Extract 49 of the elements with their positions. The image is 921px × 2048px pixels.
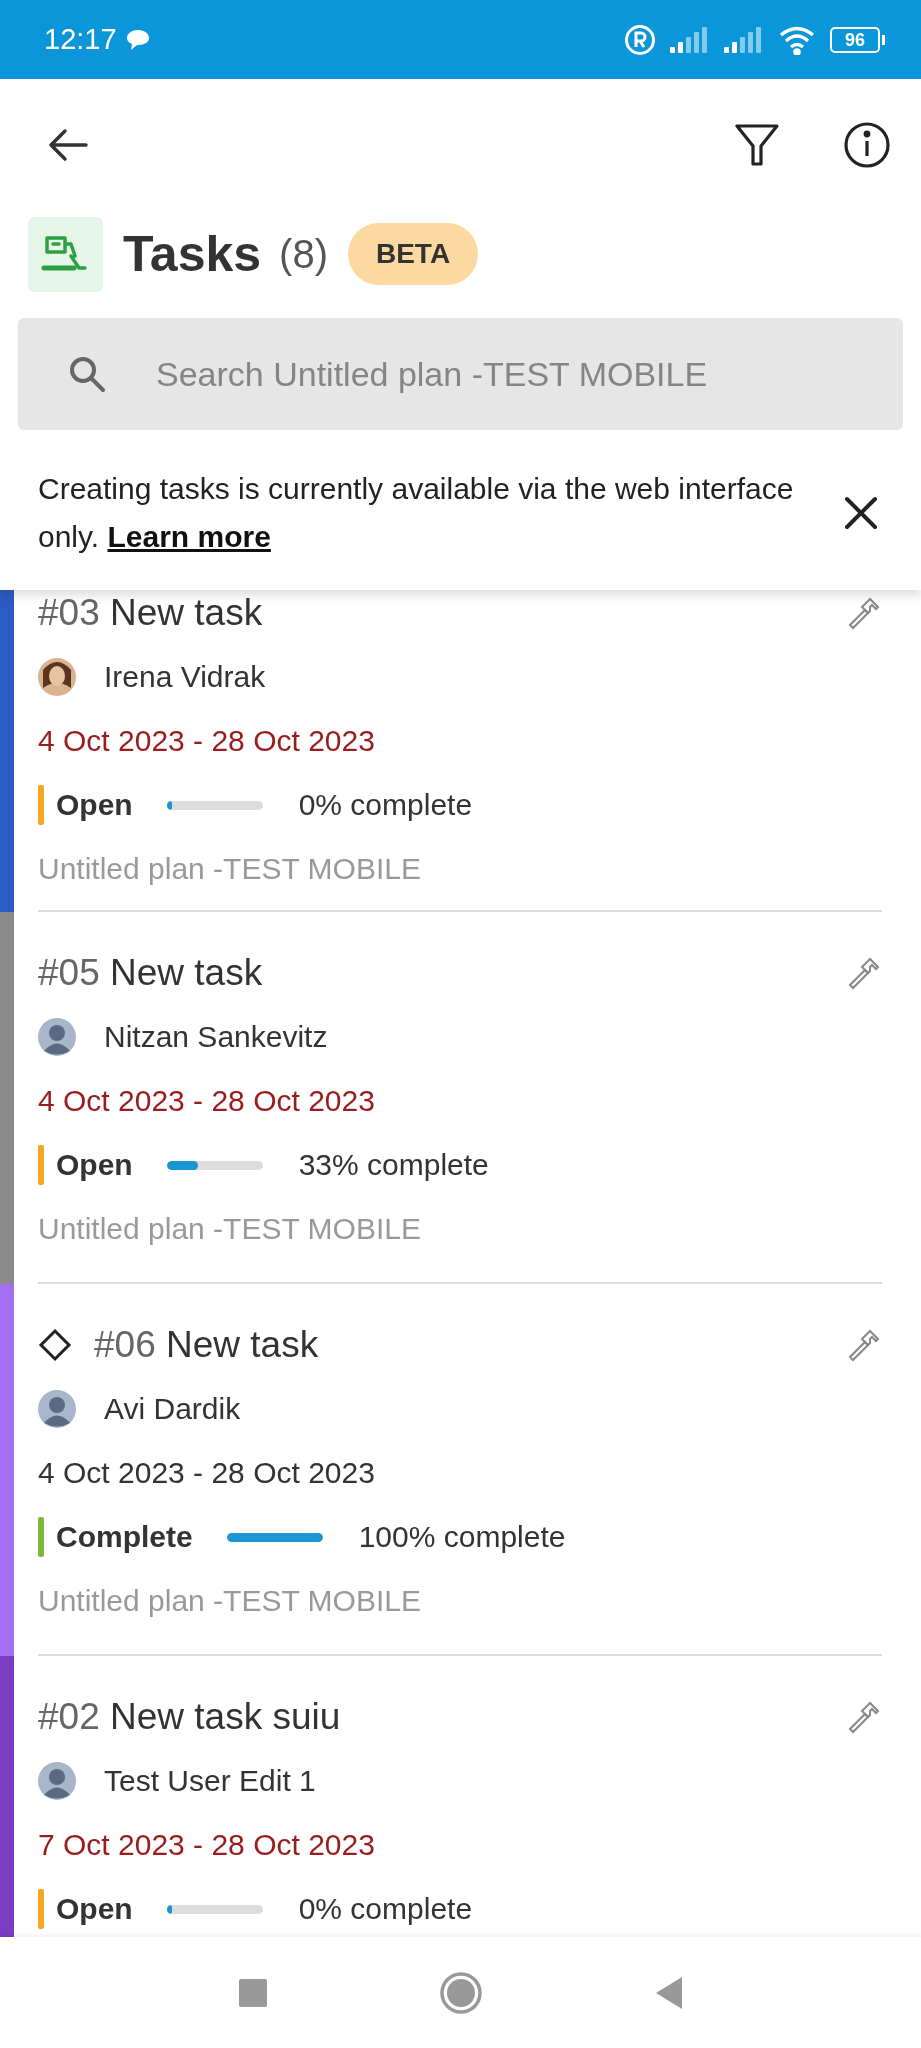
assignee-name: Irena Vidrak: [104, 660, 266, 694]
date-range: 7 Oct 2023 - 28 Oct 2023: [38, 1828, 375, 1862]
circle-icon: [438, 1970, 483, 2015]
battery-indicator: 96: [830, 26, 885, 53]
date-range: 4 Oct 2023 - 28 Oct 2023: [38, 724, 375, 758]
progress-text: 0% complete: [298, 1892, 473, 1926]
search-field[interactable]: Search Untitled plan -TEST MOBILE: [154, 318, 873, 430]
search-bar[interactable]: Search Untitled plan -TEST MOBILE: [18, 318, 903, 430]
task-title: #02 New task suiu: [38, 1696, 342, 1738]
message-icon: [124, 27, 151, 52]
progress-text: 33% complete: [298, 1148, 489, 1182]
app-icon: [28, 216, 103, 292]
hammer-icon: [846, 595, 882, 631]
task-title: #06 New task: [94, 1324, 320, 1366]
task-title: #03 New task: [38, 592, 264, 634]
task-card[interactable]: #03 New task Irena Vidrak 4 Oct 2023 - 28 Oct 2023 Open 0% complete Untitled plan -TEST MOBILE: [0, 590, 921, 912]
assignee-name: Nitzan Sankevitz: [104, 1020, 328, 1054]
progress-text: 100% complete: [358, 1520, 566, 1554]
clock-time: 12:17: [44, 23, 117, 56]
page-title: Tasks: [123, 225, 262, 283]
hammer-icon: [846, 1699, 882, 1735]
status-label: Open: [56, 788, 133, 822]
hammer-icon: [846, 1327, 882, 1363]
status-label: Open: [56, 1148, 133, 1182]
roaming-icon: [624, 23, 656, 56]
hammer-icon: [846, 955, 882, 991]
task-count: (8): [279, 231, 328, 277]
task-card[interactable]: #06 New task Avi Dardik 4 Oct 2023 - 28 Oct 2023 Complete 100% complete Untitled plan -TEST MOBILE: [0, 1284, 921, 1656]
square-icon: [237, 1977, 268, 2008]
plan-name: Untitled plan -TEST MOBILE: [38, 852, 421, 886]
info-message: Creating tasks is currently available via the web interface only. Learn more: [38, 471, 795, 555]
search-icon: [68, 355, 106, 393]
assignee-name: Avi Dardik: [104, 1392, 241, 1426]
status-label: Open: [56, 1892, 133, 1926]
signal-icon: [724, 26, 764, 53]
signal-icon: [670, 26, 710, 53]
beta-badge: BETA: [347, 223, 479, 285]
task-title: #05 New task: [38, 952, 264, 994]
status-label: Complete: [56, 1520, 193, 1554]
plan-name: Untitled plan -TEST MOBILE: [38, 1212, 421, 1246]
date-range: 4 Oct 2023 - 28 Oct 2023: [38, 1456, 375, 1490]
wifi-icon: [778, 24, 816, 55]
task-card[interactable]: #05 New task Nitzan Sankevitz 4 Oct 2023 - 28 Oct 2023 Open 33% complete Untitled plan -TEST MOBILE: [0, 912, 921, 1284]
plan-name: Untitled plan -TEST MOBILE: [38, 1584, 421, 1618]
progress-text: 0% complete: [298, 788, 473, 822]
info-button[interactable]: [843, 120, 891, 169]
assignee-name: Test User Edit 1: [104, 1764, 316, 1798]
learn-more-link[interactable]: Learn more: [107, 520, 271, 553]
date-range: 4 Oct 2023 - 28 Oct 2023: [38, 1084, 375, 1118]
